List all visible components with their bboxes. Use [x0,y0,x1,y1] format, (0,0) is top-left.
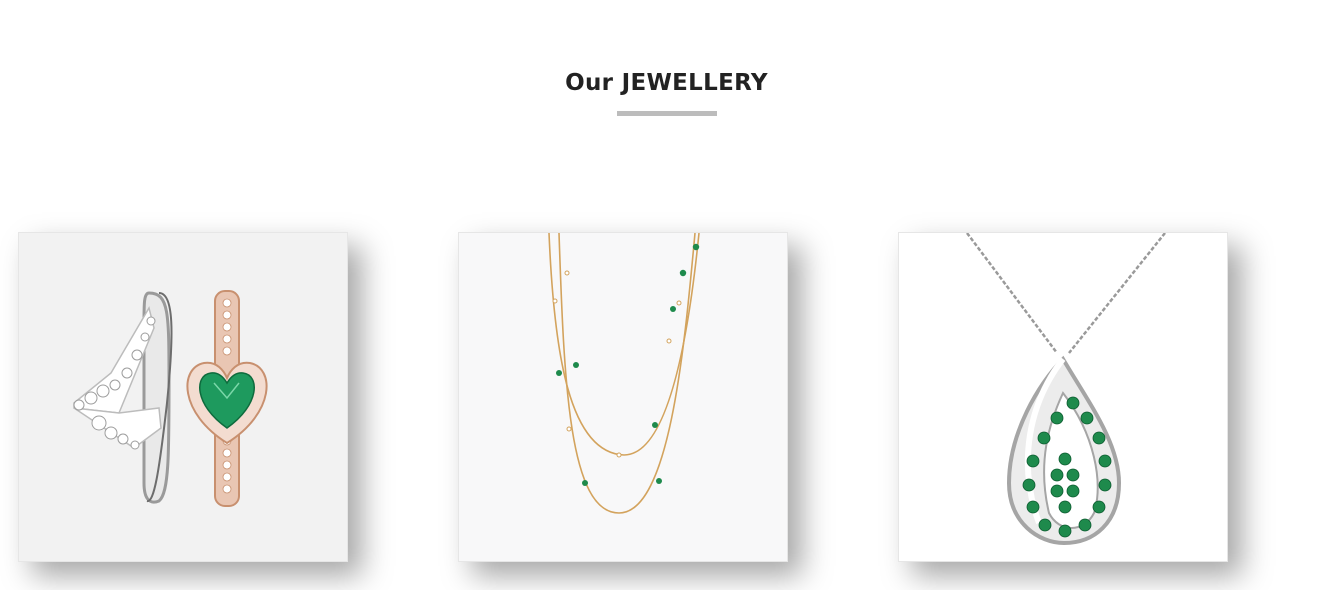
product-card-pendant[interactable] [898,232,1228,562]
product-card-rings[interactable] [18,232,348,562]
section-title: Our JEWELLERY [565,70,768,96]
necklace-image [459,233,787,561]
title-underline [617,111,717,116]
pendant-image [899,233,1227,561]
rings-image [19,233,347,561]
product-card-necklace[interactable] [458,232,788,562]
